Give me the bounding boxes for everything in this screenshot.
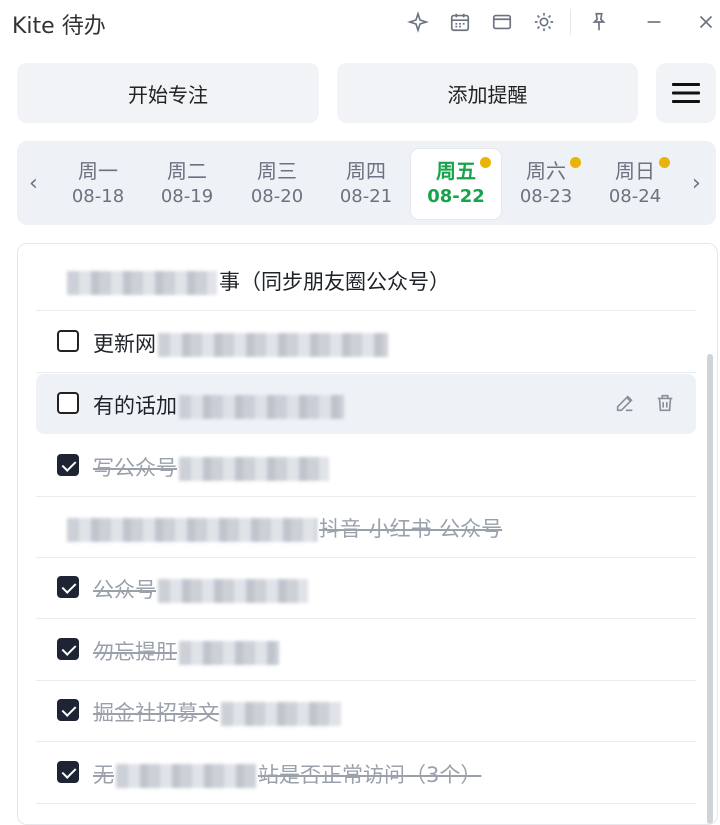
sparkle-icon[interactable] xyxy=(406,10,430,34)
task-list[interactable]: 事（同步朋友圈公众号） 更新网 有的话加 写公众号 抖音-小红书-公众号 公众号… xyxy=(17,243,718,825)
task-text: 掘金社招募文 xyxy=(93,697,343,727)
task-checkbox-checked[interactable] xyxy=(57,761,79,783)
close-icon[interactable] xyxy=(694,10,718,34)
task-checkbox-checked[interactable] xyxy=(57,454,79,476)
task-checkbox[interactable] xyxy=(57,330,79,352)
prev-week-button[interactable]: ‹ xyxy=(29,171,38,196)
week-strip: ‹ › 周一 08-18 周二 08-19 周三 08-20 周四 08-21 … xyxy=(17,141,716,225)
add-reminder-button[interactable]: 添加提醒 xyxy=(337,63,638,123)
redacted-text xyxy=(179,457,329,481)
redacted-text xyxy=(221,702,341,726)
day-sun[interactable]: 周日 08-24 xyxy=(590,149,680,219)
redacted-text xyxy=(179,641,279,665)
day-mon[interactable]: 周一 08-18 xyxy=(53,149,143,219)
task-text: 公众号 xyxy=(93,574,310,604)
redacted-text xyxy=(67,518,317,542)
task-checkbox[interactable] xyxy=(57,392,79,414)
titlebar-divider xyxy=(570,9,571,35)
task-checkbox-checked[interactable] xyxy=(57,638,79,660)
task-text: 勿忘提肛 xyxy=(93,636,281,666)
day-wed[interactable]: 周三 08-20 xyxy=(232,149,322,219)
task-text: 有的话加 xyxy=(93,390,346,420)
redacted-text xyxy=(158,333,388,357)
task-indicator-dot xyxy=(570,157,581,168)
day-thu[interactable]: 周四 08-21 xyxy=(321,149,411,219)
delete-icon[interactable] xyxy=(652,390,678,416)
task-item-hovered[interactable]: 有的话加 xyxy=(36,374,696,434)
task-text: 写公众号 xyxy=(93,452,331,482)
calendar-icon[interactable] xyxy=(448,10,472,34)
task-item[interactable]: 事（同步朋友圈公众号） xyxy=(36,250,696,311)
day-fri[interactable]: 周五 08-22 xyxy=(411,149,501,219)
pin-icon[interactable] xyxy=(587,10,611,34)
app-title: Kite 待办 xyxy=(12,14,106,39)
start-focus-button[interactable]: 开始专注 xyxy=(17,63,319,123)
task-indicator-dot xyxy=(659,157,670,168)
redacted-text xyxy=(116,764,256,788)
title-bar: Kite 待办 xyxy=(0,0,720,46)
task-item[interactable]: 抖音-小红书-公众号 xyxy=(36,497,696,558)
next-week-button[interactable]: › xyxy=(692,171,701,196)
task-text: 事（同步朋友圈公众号） xyxy=(65,266,450,296)
task-indicator-dot xyxy=(480,157,491,168)
menu-button[interactable] xyxy=(656,63,716,123)
task-item[interactable]: 更新网 xyxy=(36,312,696,373)
day-tue[interactable]: 周二 08-19 xyxy=(142,149,232,219)
day-sat[interactable]: 周六 08-23 xyxy=(501,149,591,219)
redacted-text xyxy=(158,579,308,603)
scrollbar[interactable] xyxy=(707,354,713,824)
task-checkbox-checked[interactable] xyxy=(57,576,79,598)
hamburger-icon xyxy=(672,83,700,103)
task-text: 抖音-小红书-公众号 xyxy=(65,513,502,543)
window-icon[interactable] xyxy=(490,10,514,34)
task-item[interactable]: 写公众号 xyxy=(36,436,696,497)
task-item[interactable]: 勿忘提肛 xyxy=(36,620,696,681)
sun-icon[interactable] xyxy=(532,10,556,34)
task-text: 更新网 xyxy=(93,328,390,358)
task-item[interactable]: 无站是否正常访问（3个） xyxy=(36,743,696,804)
edit-icon[interactable] xyxy=(612,390,638,416)
task-checkbox-checked[interactable] xyxy=(57,699,79,721)
task-item[interactable]: 公众号 xyxy=(36,558,696,619)
task-text: 无站是否正常访问（3个） xyxy=(93,763,482,788)
task-item[interactable]: 掘金社招募文 xyxy=(36,681,696,742)
minimize-icon[interactable] xyxy=(642,10,666,34)
redacted-text xyxy=(67,271,217,295)
redacted-text xyxy=(179,395,344,419)
